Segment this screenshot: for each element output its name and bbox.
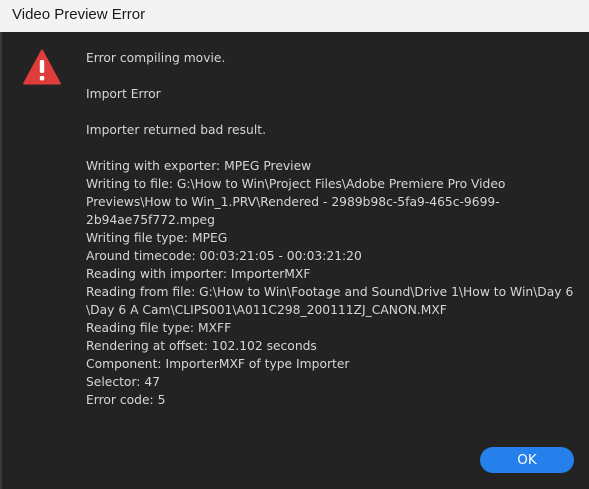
detail-line: Writing file type: MPEG [86, 231, 228, 245]
detail-line: 2b94ae75f772.mpeg [86, 213, 215, 227]
detail-line: Previews\How to Win_1.PRV\Rendered - 298… [86, 195, 500, 209]
error-message-area: Error compiling movie. Import Error Impo… [86, 49, 582, 409]
title-bar[interactable]: Video Preview Error [0, 0, 589, 32]
video-preview-error-dialog: Video Preview Error Error compiling movi… [0, 0, 589, 489]
error-secondary-text: Import Error [86, 87, 161, 101]
error-details: Writing with exporter: MPEG Preview Writ… [86, 157, 582, 409]
detail-line: Error code: 5 [86, 393, 166, 407]
dialog-title: Video Preview Error [12, 6, 146, 23]
error-primary-text: Error compiling movie. [86, 51, 226, 65]
detail-line: Writing to file: G:\How to Win\Project F… [86, 177, 506, 191]
detail-line: Reading file type: MXFF [86, 321, 232, 335]
detail-line: Rendering at offset: 102.102 seconds [86, 339, 317, 353]
detail-line: Reading from file: G:\How to Win\Footage… [86, 285, 574, 299]
warning-icon [23, 49, 61, 85]
error-tertiary-text: Importer returned bad result. [86, 123, 266, 137]
detail-line: Component: ImporterMXF of type Importer [86, 357, 350, 371]
ok-button[interactable]: OK [480, 447, 574, 473]
detail-line: Reading with importer: ImporterMXF [86, 267, 311, 281]
detail-line: Writing with exporter: MPEG Preview [86, 159, 312, 173]
detail-line: Selector: 47 [86, 375, 160, 389]
detail-line: Around timecode: 00:03:21:05 - 00:03:21:… [86, 249, 362, 263]
window-edge [0, 32, 2, 489]
detail-line: \Day 6 A Cam\CLIPS001\A011C298_200111ZJ_… [86, 303, 447, 317]
